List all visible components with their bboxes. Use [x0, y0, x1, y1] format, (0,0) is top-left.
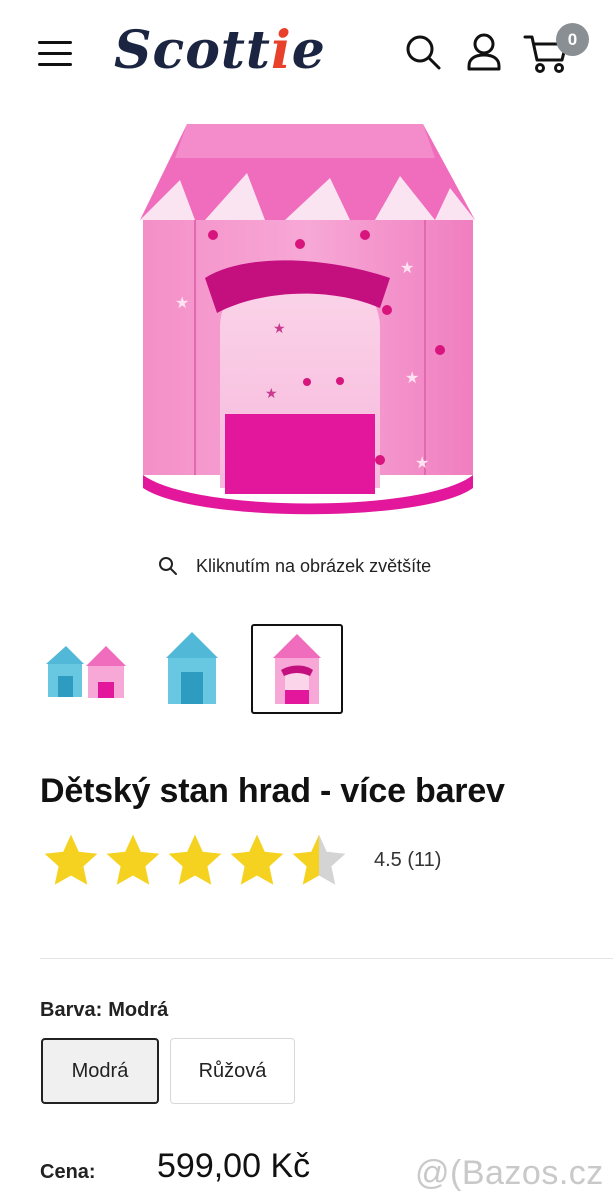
star-icon — [44, 834, 98, 885]
svg-text:★: ★ — [405, 370, 419, 387]
magnifier-icon — [159, 557, 177, 575]
svg-text:★: ★ — [265, 385, 278, 401]
product-title: Dětský stan hrad - více barev — [40, 772, 505, 810]
variant-option-ruzova[interactable]: Růžová — [170, 1038, 295, 1104]
half-star-icon — [292, 834, 346, 885]
thumbnail-2[interactable] — [146, 624, 238, 714]
svg-text:★: ★ — [175, 295, 189, 312]
price-label: Cena: — [40, 1161, 96, 1183]
star-icon — [230, 834, 284, 885]
watermark-text: Bazos.cz — [461, 1153, 604, 1192]
cart-count-badge: 0 — [556, 23, 589, 56]
search-icon[interactable] — [403, 30, 443, 74]
svg-text:★: ★ — [400, 260, 414, 277]
thumbnail-3[interactable] — [251, 624, 343, 714]
price-value: 599,00 Kč — [157, 1147, 311, 1185]
zoom-hint-text: Kliknutím na obrázek zvětšíte — [196, 555, 432, 576]
logo-text: Scottie — [114, 20, 326, 81]
variant-selected-value: Modrá — [108, 999, 169, 1021]
variant-label: Barva: Modrá — [40, 999, 168, 1022]
variant-label-text: Barva: — [40, 999, 103, 1021]
hamburger-menu-icon[interactable] — [38, 40, 72, 68]
watermark-prefix: @( — [415, 1153, 462, 1192]
zoom-hint[interactable]: Kliknutím na obrázek zvětšíte — [158, 552, 431, 580]
user-icon[interactable] — [464, 30, 504, 74]
svg-text:★: ★ — [415, 455, 429, 472]
thumbnail-1[interactable] — [40, 624, 132, 714]
site-logo[interactable]: Scottie — [114, 18, 334, 84]
variant-option-modra[interactable]: Modrá — [41, 1038, 159, 1104]
product-main-image[interactable]: ★ ★ ★ ★ ★ ★ — [135, 118, 480, 518]
watermark: @(Bazos.cz — [415, 1150, 610, 1196]
svg-text:★: ★ — [273, 320, 286, 336]
rating-stars — [40, 830, 350, 892]
site-header: Scottie 0 — [0, 0, 613, 106]
divider — [40, 958, 613, 959]
star-icon — [168, 834, 222, 885]
star-icon — [106, 834, 160, 885]
rating-text[interactable]: 4.5 (11) — [374, 849, 441, 872]
